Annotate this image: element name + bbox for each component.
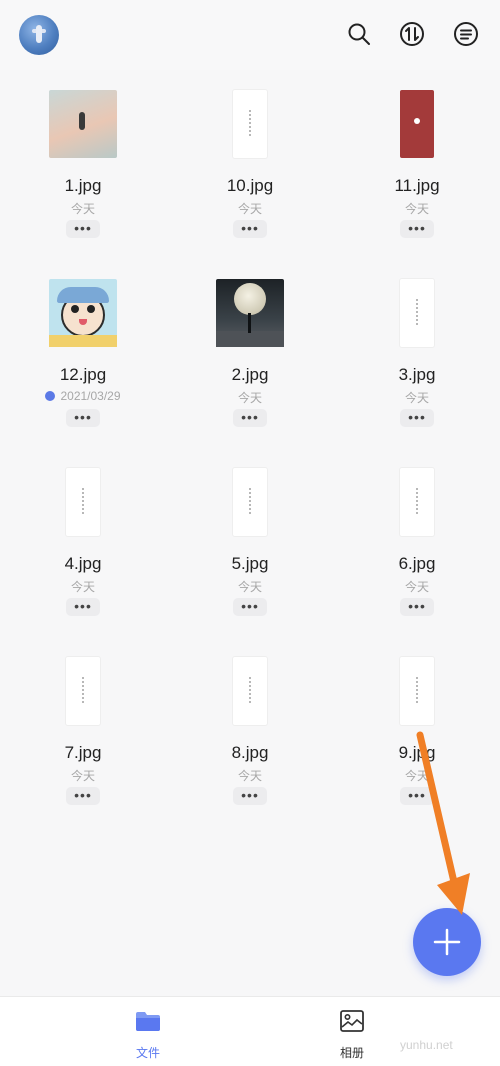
file-thumbnail[interactable] xyxy=(400,90,434,158)
file-date: 今天 xyxy=(167,389,333,406)
file-item[interactable]: 1.jpg 今天 ••• xyxy=(0,70,166,250)
file-item[interactable]: 2.jpg 今天 ••• xyxy=(167,259,333,439)
file-date: 今天 xyxy=(0,767,166,784)
file-date-text: 今天 xyxy=(404,202,429,216)
more-options-button[interactable]: ••• xyxy=(66,787,100,805)
file-date-text: 今天 xyxy=(70,580,95,594)
file-name: 1.jpg xyxy=(64,176,102,195)
more-options-button[interactable]: ••• xyxy=(233,409,267,427)
avatar[interactable] xyxy=(19,15,59,55)
file-item[interactable]: 3.jpg 今天 ••• xyxy=(334,259,500,439)
photo-album-icon xyxy=(340,1010,364,1032)
file-item[interactable]: 9.jpg 今天 ••• xyxy=(334,637,500,817)
more-options-button[interactable]: ••• xyxy=(233,598,267,616)
file-name: 12.jpg xyxy=(59,365,107,384)
file-name: 3.jpg xyxy=(398,365,436,384)
file-name: 2.jpg xyxy=(231,365,269,384)
file-date-text: 今天 xyxy=(237,202,262,216)
file-date-text: 今天 xyxy=(237,391,262,405)
file-thumbnail[interactable] xyxy=(233,468,267,536)
tab-album-label: 相册 xyxy=(339,1046,364,1060)
file-thumbnail[interactable] xyxy=(400,468,434,536)
file-name: 6.jpg xyxy=(398,554,436,573)
add-button[interactable] xyxy=(413,908,481,976)
file-date: 今天 xyxy=(334,389,500,406)
file-thumbnail[interactable] xyxy=(49,279,117,347)
bottom-nav: 文件 相册 xyxy=(0,996,500,1066)
file-name: 10.jpg xyxy=(226,176,274,195)
file-date-text: 今天 xyxy=(237,769,262,783)
file-date-text: 今天 xyxy=(70,769,95,783)
more-options-button[interactable]: ••• xyxy=(66,598,100,616)
more-options-button[interactable]: ••• xyxy=(66,409,100,427)
file-thumbnail[interactable] xyxy=(400,657,434,725)
file-date: 2021/03/29 xyxy=(0,389,166,403)
file-date: 今天 xyxy=(0,578,166,595)
file-thumbnail[interactable] xyxy=(400,279,434,347)
more-options-button[interactable]: ••• xyxy=(400,409,434,427)
tab-album[interactable]: 相册 xyxy=(312,1009,392,1061)
file-thumbnail[interactable] xyxy=(66,468,100,536)
file-item[interactable]: 10.jpg 今天 ••• xyxy=(167,70,333,250)
file-date-text: 今天 xyxy=(404,769,429,783)
file-name: 9.jpg xyxy=(398,743,436,762)
tab-files[interactable]: 文件 xyxy=(108,1009,188,1061)
file-name: 11.jpg xyxy=(394,176,440,195)
file-date: 今天 xyxy=(0,200,166,217)
file-item[interactable]: 6.jpg 今天 ••• xyxy=(334,448,500,628)
file-item[interactable]: 12.jpg 2021/03/29 ••• xyxy=(0,259,166,439)
file-date: 今天 xyxy=(167,200,333,217)
file-thumbnail[interactable] xyxy=(233,90,267,158)
plus-icon xyxy=(433,928,461,956)
more-options-button[interactable]: ••• xyxy=(400,220,434,238)
file-thumbnail[interactable] xyxy=(233,657,267,725)
file-item[interactable]: 11.jpg 今天 ••• xyxy=(334,70,500,250)
folder-icon xyxy=(136,1012,160,1031)
file-thumbnail[interactable] xyxy=(216,279,284,347)
list-menu-icon[interactable] xyxy=(453,21,479,47)
more-options-button[interactable]: ••• xyxy=(233,787,267,805)
more-options-button[interactable]: ••• xyxy=(400,598,434,616)
more-options-button[interactable]: ••• xyxy=(66,220,100,238)
top-bar xyxy=(0,0,500,70)
more-options-button[interactable]: ••• xyxy=(233,220,267,238)
file-name: 7.jpg xyxy=(64,743,102,762)
watermark: yunhu.net xyxy=(400,1038,453,1052)
file-item[interactable]: 4.jpg 今天 ••• xyxy=(0,448,166,628)
file-date: 今天 xyxy=(334,767,500,784)
file-date-text: 今天 xyxy=(237,580,262,594)
file-name: 4.jpg xyxy=(64,554,102,573)
file-item[interactable]: 5.jpg 今天 ••• xyxy=(167,448,333,628)
sync-badge-icon xyxy=(45,391,56,401)
file-date: 今天 xyxy=(334,578,500,595)
file-thumbnail[interactable] xyxy=(66,657,100,725)
file-thumbnail[interactable] xyxy=(49,90,117,158)
tab-files-label: 文件 xyxy=(135,1046,160,1060)
file-name: 8.jpg xyxy=(231,743,269,762)
file-date-text: 今天 xyxy=(70,202,95,216)
file-date: 今天 xyxy=(334,200,500,217)
more-options-button[interactable]: ••• xyxy=(400,787,434,805)
file-date-text: 今天 xyxy=(404,580,429,594)
file-date: 今天 xyxy=(167,578,333,595)
search-icon[interactable] xyxy=(346,21,372,47)
file-date-text: 2021/03/29 xyxy=(60,389,121,403)
file-item[interactable]: 7.jpg 今天 ••• xyxy=(0,637,166,817)
file-date: 今天 xyxy=(167,767,333,784)
file-name: 5.jpg xyxy=(231,554,269,573)
sort-icon[interactable] xyxy=(399,21,425,47)
file-date-text: 今天 xyxy=(404,391,429,405)
file-item[interactable]: 8.jpg 今天 ••• xyxy=(167,637,333,817)
